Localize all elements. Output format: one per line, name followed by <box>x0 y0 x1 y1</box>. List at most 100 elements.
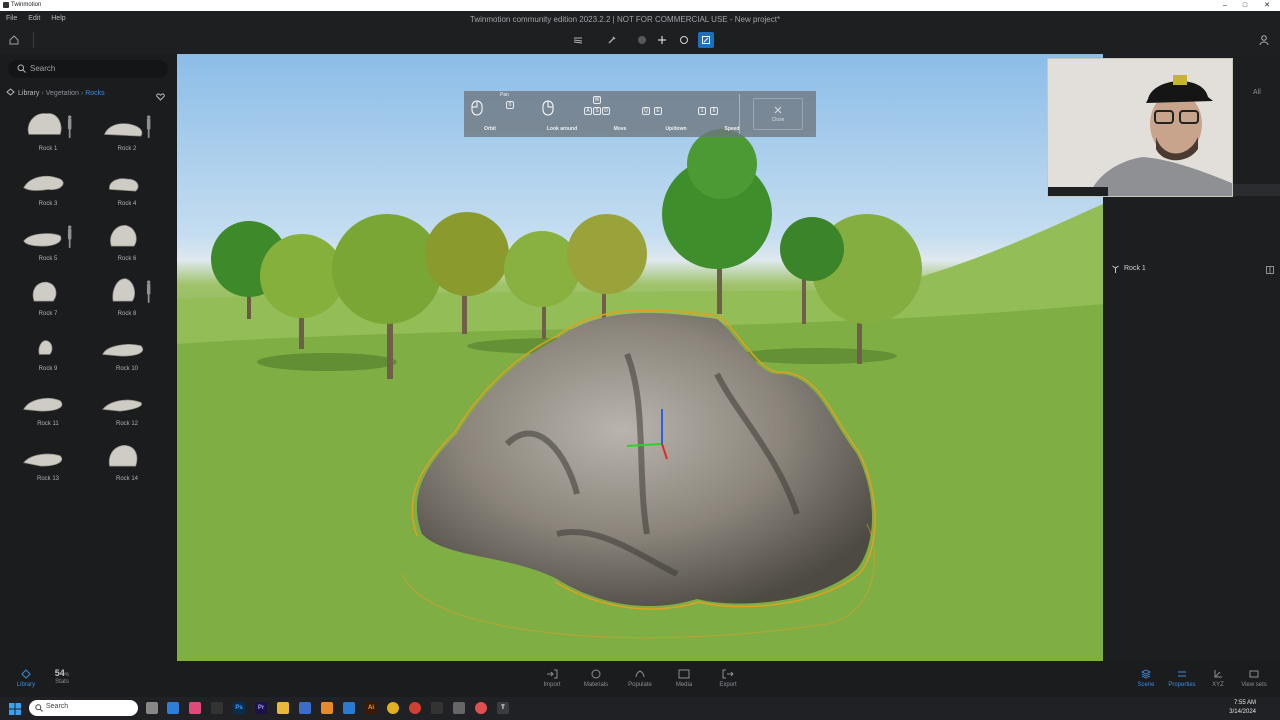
store-icon[interactable] <box>299 702 311 714</box>
library-search-input[interactable]: Search <box>8 60 168 78</box>
home-button[interactable] <box>8 33 22 47</box>
taskbar-clock[interactable]: 7:55 AM 3/14/2024 <box>1229 699 1256 717</box>
key-q: Q <box>642 107 650 115</box>
export-icon <box>722 669 734 679</box>
nav-look-around: Look around <box>522 91 577 137</box>
rock-asset-item[interactable]: Rock 3 <box>16 161 80 211</box>
start-button[interactable] <box>9 702 21 715</box>
rotate-tool-button[interactable] <box>676 32 692 48</box>
epic-games-icon[interactable] <box>211 702 223 714</box>
rock-asset-item[interactable]: Rock 6 <box>95 216 159 266</box>
layers-tool-button[interactable] <box>570 32 586 48</box>
minimize-button[interactable]: – <box>1216 0 1234 11</box>
search-placeholder: Search <box>30 64 56 73</box>
select-tool-button[interactable] <box>634 32 650 48</box>
import-button[interactable]: Import <box>532 669 572 688</box>
nav-updown: Q E Up/down <box>630 91 687 137</box>
premiere-icon[interactable]: Pr <box>255 702 267 714</box>
file-explorer-icon[interactable] <box>277 702 289 714</box>
favorites-button[interactable] <box>156 88 165 106</box>
rock-asset-item[interactable]: Rock 10 <box>95 326 159 376</box>
breadcrumb: Library › Vegetation › Rocks <box>6 88 105 97</box>
key-a: A <box>584 107 592 115</box>
key-w: W <box>593 96 601 104</box>
media-icon <box>678 669 690 679</box>
epic-launcher-icon[interactable] <box>431 702 443 714</box>
rock-thumbnail <box>38 340 53 355</box>
export-label: Export <box>719 682 737 688</box>
rock-asset-label: Rock 14 <box>115 476 138 482</box>
maximize-button[interactable]: □ <box>1236 0 1254 11</box>
chrome-icon[interactable] <box>387 702 399 714</box>
xyz-tab[interactable]: XYZ <box>1198 669 1238 688</box>
library-tab[interactable]: Library <box>6 669 46 688</box>
task-view-icon[interactable] <box>146 702 158 714</box>
app-icon-red[interactable] <box>475 702 487 714</box>
rock-thumbnail <box>23 398 63 412</box>
rock-asset-item[interactable]: Rock 12 <box>95 381 159 431</box>
scale-icon <box>702 36 710 44</box>
populate-button[interactable]: Populate <box>620 669 660 688</box>
rock-asset-item[interactable]: Rock 11 <box>16 381 80 431</box>
key-s: S <box>593 107 601 115</box>
widgets-icon[interactable] <box>167 702 179 714</box>
taskbar-search-input[interactable]: Search <box>29 700 138 716</box>
nav-overlay-close-button[interactable]: Close <box>753 98 803 130</box>
app-title: Twinmotion community edition 2023.2.2 | … <box>469 15 781 24</box>
stats-value: 54 <box>54 668 65 678</box>
rock-asset-item[interactable]: Rock 2 <box>95 106 159 156</box>
camera-icon[interactable] <box>453 702 465 714</box>
rock-asset-item[interactable]: Rock 14 <box>95 436 159 486</box>
app-icon-blue[interactable] <box>343 702 355 714</box>
window-app-name: Twinmotion <box>11 2 42 8</box>
scene-item-rock-1[interactable]: Rock 1 <box>1109 264 1274 276</box>
rock-asset-item[interactable]: Rock 9 <box>16 326 80 376</box>
stats-tab-label: Stats <box>55 679 69 685</box>
export-button[interactable]: Export <box>708 669 748 688</box>
3d-viewport[interactable]: Orbit Pan 0 Look around W A S D Move Q E… <box>177 54 1103 661</box>
rock-asset-item[interactable]: Rock 1 <box>16 106 80 156</box>
rock-asset-item[interactable]: Rock 5 <box>16 216 80 266</box>
media-label: Media <box>675 682 693 688</box>
rock-thumbnail <box>23 225 72 248</box>
breadcrumb-rocks[interactable]: Rocks <box>85 90 104 97</box>
rock-asset-item[interactable]: Rock 13 <box>16 436 80 486</box>
materials-button[interactable]: Materials <box>576 669 616 688</box>
mouse-left-icon <box>471 100 483 116</box>
account-button[interactable] <box>1258 33 1272 47</box>
home-icon <box>9 35 19 45</box>
move-tool-button[interactable] <box>654 32 670 48</box>
breadcrumb-library[interactable]: Library <box>18 90 39 97</box>
rock-thumbnail <box>112 278 151 303</box>
scale-tool-button[interactable] <box>698 32 714 48</box>
view-sets-tab[interactable]: View sets <box>1234 669 1274 688</box>
user-icon <box>1259 35 1269 46</box>
rock-asset-label: Rock 4 <box>117 201 137 207</box>
rock-asset-item[interactable]: Rock 4 <box>95 161 159 211</box>
illustrator-icon[interactable]: Ai <box>365 702 377 714</box>
blender-icon[interactable] <box>321 702 333 714</box>
rock-asset-item[interactable]: Rock 8 <box>95 271 159 321</box>
windows-logo-icon <box>9 703 21 715</box>
nav-speed-label: Speed <box>724 126 740 132</box>
windows-taskbar: Search Ps Pr Ai T 7:55 AM 3/14/2024 <box>0 697 1280 720</box>
photoshop-icon[interactable]: Ps <box>233 702 245 714</box>
media-button[interactable]: Media <box>664 669 704 688</box>
scene-render <box>177 129 1103 661</box>
rock-asset-item[interactable]: Rock 7 <box>16 271 80 321</box>
rock-asset-label: Rock 3 <box>38 201 58 207</box>
chrome-profile-icon[interactable] <box>409 702 421 714</box>
pick-tool-button[interactable] <box>604 32 620 48</box>
stats-tab[interactable]: 54% Stats <box>42 668 82 685</box>
photos-icon[interactable] <box>189 702 201 714</box>
scene-filter-dropdown[interactable]: All <box>1253 89 1261 96</box>
scene-tab[interactable]: Scene <box>1126 669 1166 688</box>
stats-readout: 54% <box>42 668 82 678</box>
rock-asset-label: Rock 13 <box>36 476 59 482</box>
close-window-button[interactable]: ✕ <box>1258 0 1276 11</box>
vegetation-icon <box>1112 265 1119 273</box>
visibility-toggle-icon[interactable] <box>1266 266 1274 274</box>
twinmotion-taskbar-icon[interactable]: T <box>497 702 509 714</box>
properties-tab[interactable]: Properties <box>1162 669 1202 688</box>
breadcrumb-vegetation[interactable]: Vegetation <box>46 90 79 97</box>
